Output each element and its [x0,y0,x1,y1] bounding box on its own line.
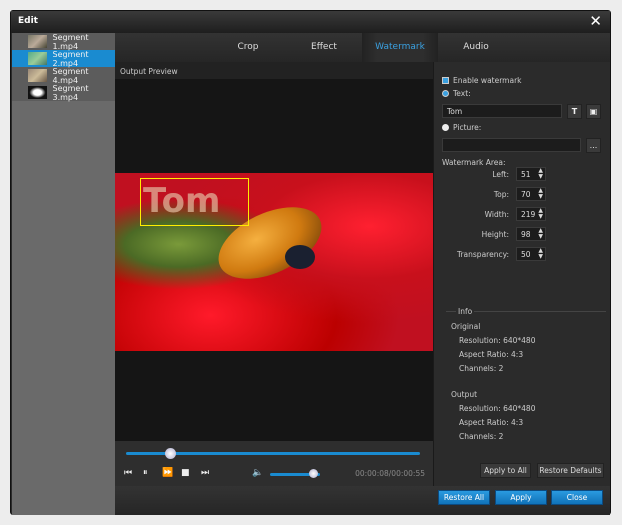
watermark-panel: Enable watermark Text: Tom T ▣ Picture: … [433,62,610,486]
output-resolution: Resolution: 640*480 [459,404,536,413]
segment-list: Segment 1.mp4 Segment 2.mp4 Segment 4.mp… [12,33,115,515]
watermark-text: Tom [143,181,221,221]
color-icon[interactable]: ▣ [586,104,601,119]
field-label: Top: [493,190,509,199]
segment-label: Segment 2.mp4 [52,49,89,68]
stop-icon[interactable]: ■ [181,468,190,478]
original-channels: Channels: 2 [459,364,504,373]
title-bar: Edit ✕ [11,11,610,33]
original-aspect: Aspect Ratio: 4:3 [459,350,524,359]
field-label: Transparency: [456,250,509,259]
output-aspect: Aspect Ratio: 4:3 [459,418,524,427]
segment-thumbnail [28,52,48,65]
pause-icon[interactable]: ⏸ [143,468,148,478]
text-radio[interactable] [442,90,449,97]
video-frame: Tom [115,173,433,351]
watermark-area-label: Watermark Area: [442,158,506,167]
output-channels: Channels: 2 [459,432,504,441]
field-spinner[interactable]: 219 ▲ ▼ [516,207,546,221]
field-label: Width: [484,210,509,219]
fast-forward-icon[interactable]: ⏩ [162,468,173,478]
browse-button[interactable]: ... [586,138,601,153]
enable-watermark-label: Enable watermark [453,76,522,85]
progress-knob[interactable] [165,448,177,459]
original-label: Original [451,322,481,331]
field-spinner[interactable]: 50 ▲ ▼ [516,247,546,261]
segment-label: Segment 4.mp4 [52,66,89,85]
tab-audio[interactable]: Audio [438,33,514,62]
field-label: Left: [492,170,509,179]
apply-button[interactable]: Apply [495,490,547,505]
spinner-arrows-icon[interactable]: ▲ ▼ [538,228,543,240]
field-spinner[interactable]: 70 ▲ ▼ [516,187,546,201]
segment-thumbnail [28,35,48,48]
spinner-arrows-icon[interactable]: ▲ ▼ [538,188,543,200]
tab-bar: Crop Effect Watermark Audio [115,33,610,62]
enable-watermark-checkbox[interactable] [442,77,449,84]
video-preview: Tom [115,79,433,441]
restore-defaults-button[interactable]: Restore Defaults [537,463,604,478]
field-spinner[interactable]: 51 ▲ ▼ [516,167,546,181]
segment-item[interactable]: Segment 4.mp4 [12,66,115,85]
player-controls: ⏮ ⏸ ⏩ ■ ⏭ 🔈 00:00:08/00:00:55 [115,441,433,486]
time-display: 00:00:08/00:00:55 [355,469,425,478]
info-title: Info [456,307,475,316]
apply-to-all-button[interactable]: Apply to All [480,463,531,478]
picture-radio[interactable] [442,124,449,131]
text-radio-label: Text: [453,89,471,98]
picture-radio-label: Picture: [453,123,482,132]
field-label: Height: [481,230,509,239]
field-value: 50 [521,250,531,259]
font-icon[interactable]: T [567,104,582,119]
restore-all-button[interactable]: Restore All [438,490,490,505]
spinner-arrows-icon[interactable]: ▲ ▼ [538,208,543,220]
field-value: 70 [521,190,531,199]
field-value: 51 [521,170,531,179]
original-resolution: Resolution: 640*480 [459,336,536,345]
segment-item[interactable]: Segment 2.mp4 [12,49,115,68]
skip-back-icon[interactable]: ⏮ [124,468,132,478]
bottom-bar: Restore All Apply Close [115,486,610,515]
segment-thumbnail [28,69,48,82]
tab-crop[interactable]: Crop [210,33,286,62]
close-icon[interactable]: ✕ [589,12,602,30]
watermark-text-input[interactable]: Tom [442,104,562,118]
field-spinner[interactable]: 98 ▲ ▼ [516,227,546,241]
segment-thumbnail [28,86,48,99]
beetle-head [285,245,315,269]
segment-label: Segment 3.mp4 [52,83,89,102]
field-value: 98 [521,230,531,239]
segment-label: Segment 1.mp4 [52,32,89,51]
tab-watermark[interactable]: Watermark [362,33,438,62]
tab-effect[interactable]: Effect [286,33,362,62]
close-button[interactable]: Close [551,490,603,505]
spinner-arrows-icon[interactable]: ▲ ▼ [538,248,543,260]
picture-path-input[interactable] [442,138,581,152]
volume-knob[interactable] [308,469,318,478]
output-preview-label: Output Preview [115,62,433,79]
watermark-box[interactable]: Tom [140,178,249,226]
volume-icon[interactable]: 🔈 [252,468,263,478]
segment-item[interactable]: Segment 3.mp4 [12,83,115,102]
field-value: 219 [521,210,536,219]
output-label: Output [451,390,478,399]
edit-dialog: Edit ✕ Segment 1.mp4 Segment 2.mp4 Segme… [10,10,611,515]
dialog-title: Edit [18,16,38,26]
spinner-arrows-icon[interactable]: ▲ ▼ [538,168,543,180]
skip-forward-icon[interactable]: ⏭ [201,468,209,478]
segment-item[interactable]: Segment 1.mp4 [12,32,115,51]
